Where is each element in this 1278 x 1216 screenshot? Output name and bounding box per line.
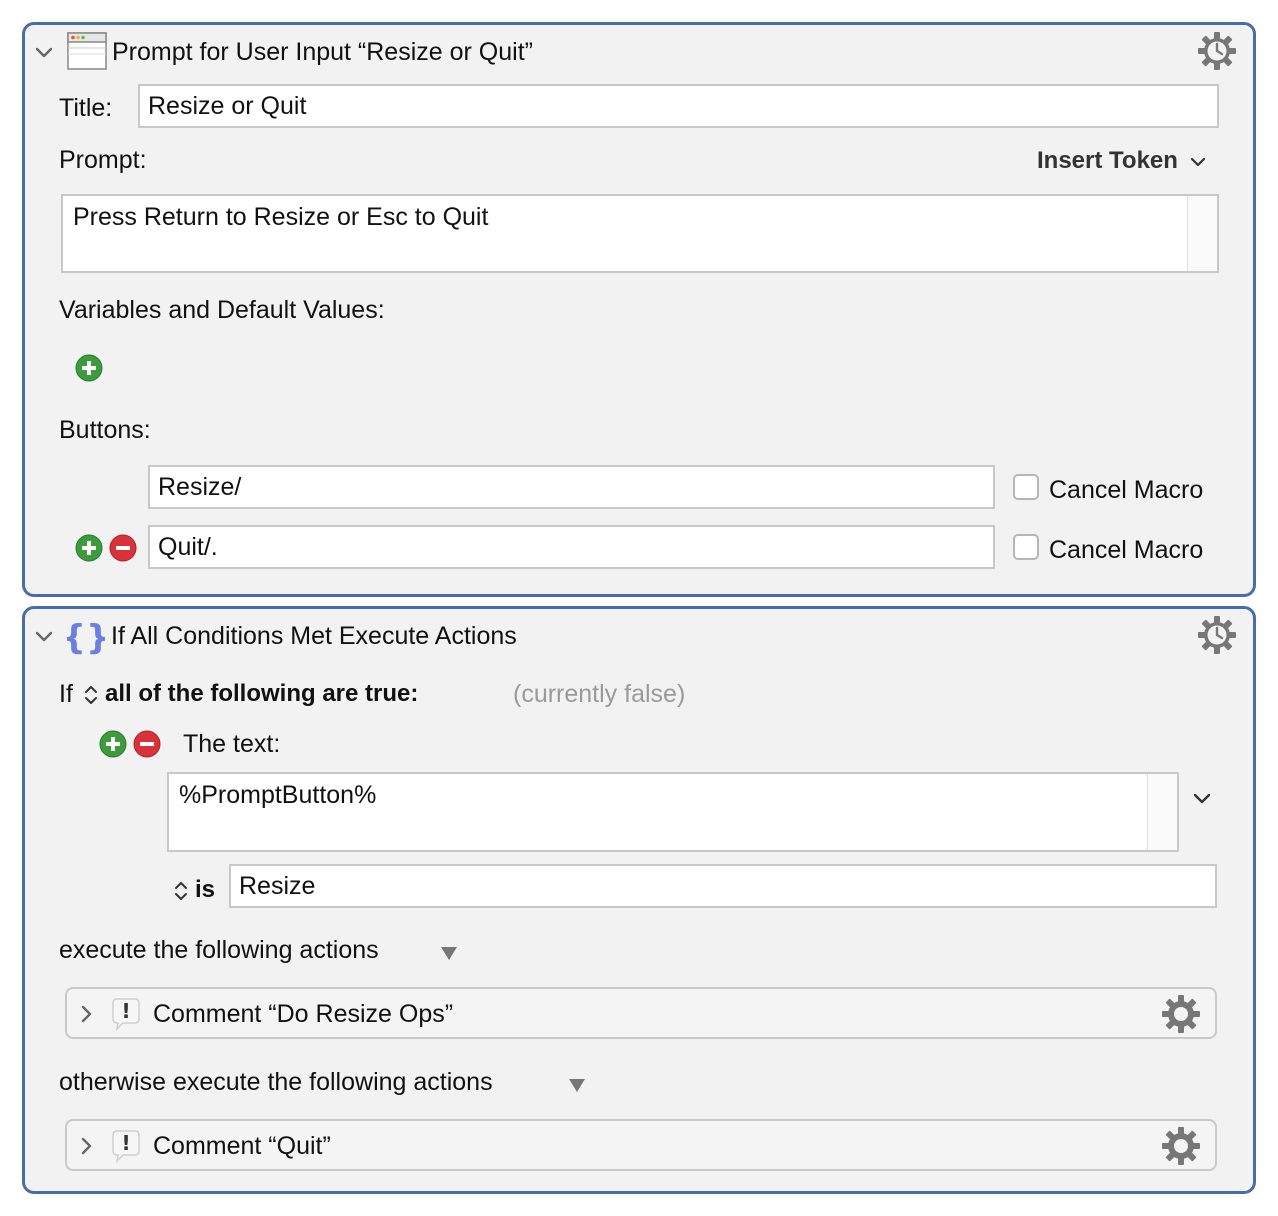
button-1-input[interactable]: Resize/ [148, 465, 995, 509]
remove-button-icon[interactable] [109, 534, 137, 562]
expand-chevron-icon[interactable] [75, 1135, 97, 1157]
action-title: If All Conditions Met Execute Actions [111, 622, 517, 650]
updown-stepper-icon [85, 685, 97, 704]
cancel-macro-checkbox-1[interactable] [1013, 474, 1039, 500]
updown-stepper-icon [175, 881, 187, 900]
title-label: Title: [59, 94, 113, 122]
comment-action-resize[interactable]: ! Comment “Do Resize Ops” [65, 987, 1217, 1039]
prompt-label: Prompt: [59, 146, 147, 174]
prompt-textarea[interactable]: Press Return to Resize or Esc to Quit [61, 194, 1219, 273]
gear-icon[interactable] [1197, 31, 1237, 71]
if-label: If [59, 680, 73, 708]
cancel-macro-checkbox-2[interactable] [1013, 534, 1039, 560]
svg-text:!: ! [121, 999, 130, 1023]
text-condition-textarea[interactable]: %PromptButton% [167, 772, 1179, 852]
cancel-macro-label-2: Cancel Macro [1049, 536, 1204, 564]
else-actions-label: otherwise execute the following actions [59, 1068, 493, 1096]
then-actions-label: execute the following actions [59, 936, 379, 964]
comment-bubble-icon: ! [112, 1130, 140, 1163]
chevron-down-icon [1190, 157, 1205, 166]
action-title: Prompt for User Input “Resize or Quit” [112, 38, 533, 66]
curly-braces-icon: {} [67, 618, 105, 657]
add-button-icon[interactable] [75, 534, 103, 562]
disclosure-triangle-icon[interactable] [439, 944, 459, 962]
if-conditions-action: {} If All Conditions Met Execute Actions… [22, 606, 1256, 1194]
cancel-macro-label-1: Cancel Macro [1049, 476, 1204, 504]
collapse-chevron-icon[interactable] [33, 41, 55, 63]
condition-mode-label: all of the following are true: [105, 680, 419, 707]
text-condition-value: %PromptButton% [179, 781, 377, 809]
text-condition-scrollbar[interactable] [1147, 774, 1177, 850]
prompt-scrollbar[interactable] [1187, 196, 1217, 271]
comment-title: Comment “Do Resize Ops” [153, 1000, 454, 1028]
operator-popup[interactable]: is [173, 875, 215, 905]
insert-token-label: Insert Token [1037, 147, 1178, 174]
comment-title: Comment “Quit” [153, 1132, 331, 1160]
condition-status: (currently false) [513, 680, 686, 708]
remove-condition-icon[interactable] [133, 730, 161, 758]
title-input[interactable]: Resize or Quit [138, 84, 1219, 128]
gear-icon[interactable] [1197, 615, 1237, 655]
expand-chevron-icon[interactable] [75, 1003, 97, 1025]
disclosure-triangle-icon[interactable] [567, 1076, 587, 1094]
insert-token-button[interactable]: Insert Token [1037, 146, 1207, 176]
text-condition-label: The text: [183, 730, 281, 758]
add-variable-icon[interactable] [75, 354, 103, 382]
svg-text:!: ! [121, 1131, 130, 1155]
condition-mode-popup[interactable]: all of the following are true: [83, 679, 418, 709]
svg-text:{}: {} [67, 618, 105, 657]
operator-label: is [195, 876, 216, 903]
collapse-chevron-icon[interactable] [33, 625, 55, 647]
comment-bubble-icon: ! [112, 998, 140, 1031]
comment-action-quit[interactable]: ! Comment “Quit” [65, 1119, 1217, 1171]
prompt-for-user-input-action: Prompt for User Input “Resize or Quit” T… [22, 22, 1256, 597]
gear-icon[interactable] [1161, 1126, 1201, 1166]
add-condition-icon[interactable] [99, 730, 127, 758]
token-menu-chevron-icon[interactable] [1191, 787, 1213, 809]
buttons-label: Buttons: [59, 416, 151, 444]
variables-label: Variables and Default Values: [59, 296, 385, 324]
button-2-input[interactable]: Quit/. [148, 525, 995, 569]
gear-icon[interactable] [1161, 994, 1201, 1034]
prompt-text: Press Return to Resize or Esc to Quit [73, 203, 489, 231]
window-icon [67, 32, 107, 70]
comparison-value-input[interactable]: Resize [229, 864, 1217, 908]
